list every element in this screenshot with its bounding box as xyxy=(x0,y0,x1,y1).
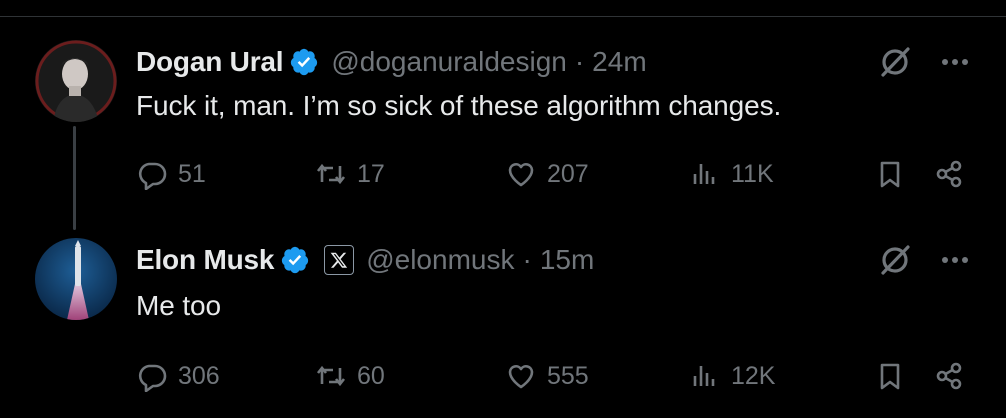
like-icon xyxy=(508,163,534,187)
like-button[interactable]: 555 xyxy=(505,356,589,396)
like-icon xyxy=(508,365,534,389)
avatar[interactable] xyxy=(35,40,117,122)
views-count: 12K xyxy=(731,361,776,390)
timestamp[interactable]: 24m xyxy=(592,46,646,78)
views-icon xyxy=(693,366,715,386)
user-handle[interactable]: @elonmusk xyxy=(366,244,514,276)
reply-button[interactable]: 306 xyxy=(136,356,220,396)
verified-badge-icon[interactable] xyxy=(280,245,310,275)
grok-icon[interactable] xyxy=(877,242,913,278)
bookmark-icon xyxy=(880,363,900,390)
top-divider xyxy=(0,16,1006,17)
views-count: 11K xyxy=(731,159,774,188)
reply-button[interactable]: 51 xyxy=(136,154,206,194)
like-count: 555 xyxy=(547,361,589,390)
bookmark-button[interactable] xyxy=(874,154,906,194)
share-icon xyxy=(936,160,962,188)
display-name[interactable]: Elon Musk xyxy=(136,244,274,276)
like-count: 207 xyxy=(547,159,589,188)
repost-icon xyxy=(316,163,346,185)
separator-dot: · xyxy=(522,244,532,275)
separator-dot: · xyxy=(574,46,585,77)
share-button[interactable] xyxy=(933,356,965,396)
tweet-text: Fuck it, man. I’m so sick of these algor… xyxy=(136,90,782,121)
repost-button[interactable]: 17 xyxy=(315,154,385,194)
repost-count: 17 xyxy=(357,159,385,188)
bookmark-button[interactable] xyxy=(874,356,906,396)
x-logo-icon[interactable] xyxy=(324,245,355,275)
tweet-header: Dogan Ural @doganuraldesign · 24m xyxy=(136,42,647,82)
reply-count: 51 xyxy=(178,159,206,188)
views-button[interactable]: 11K xyxy=(689,154,774,194)
repost-icon xyxy=(316,365,346,387)
share-button[interactable] xyxy=(933,154,965,194)
verified-badge-icon[interactable] xyxy=(289,47,319,77)
tweet-actions: 51 17 207 11K xyxy=(0,154,1006,194)
views-button[interactable]: 12K xyxy=(689,356,775,396)
avatar[interactable] xyxy=(35,238,117,320)
views-icon xyxy=(693,164,715,184)
bookmark-icon xyxy=(880,161,900,188)
share-icon xyxy=(936,362,962,390)
tweet-actions: 306 60 555 12K xyxy=(0,356,1006,396)
reply-icon xyxy=(138,162,167,190)
repost-button[interactable]: 60 xyxy=(315,356,385,396)
display-name[interactable]: Dogan Ural xyxy=(136,46,284,78)
repost-count: 60 xyxy=(357,361,385,390)
timestamp[interactable]: 15m xyxy=(540,244,594,276)
more-icon[interactable] xyxy=(937,246,973,274)
user-handle[interactable]: @doganuraldesign xyxy=(331,46,566,78)
grok-icon[interactable] xyxy=(877,44,913,80)
reply-icon xyxy=(138,364,167,392)
more-icon[interactable] xyxy=(937,48,973,76)
tweet-header: Elon Musk @elonmusk · 15m xyxy=(136,240,594,280)
reply-count: 306 xyxy=(178,361,220,390)
tweet-text: Me too xyxy=(136,290,221,321)
like-button[interactable]: 207 xyxy=(505,154,589,194)
